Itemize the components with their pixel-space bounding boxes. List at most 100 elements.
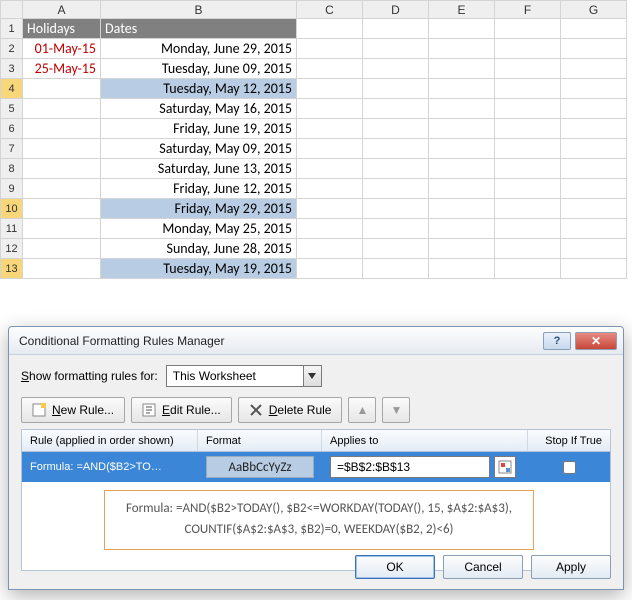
cell[interactable] bbox=[495, 139, 561, 159]
cell[interactable]: Saturday, May 16, 2015 bbox=[101, 99, 297, 119]
move-down-button[interactable]: ▼ bbox=[382, 397, 410, 423]
cell[interactable]: Friday, June 19, 2015 bbox=[101, 119, 297, 139]
ok-button[interactable]: OK bbox=[355, 555, 435, 579]
titlebar[interactable]: Conditional Formatting Rules Manager ? ✕ bbox=[9, 327, 623, 355]
col-header-C[interactable]: C bbox=[297, 1, 363, 19]
cell[interactable]: Tuesday, May 12, 2015 bbox=[101, 79, 297, 99]
row-header-9[interactable]: 9 bbox=[1, 179, 23, 199]
cell[interactable] bbox=[297, 259, 363, 279]
cell[interactable] bbox=[495, 259, 561, 279]
cell[interactable] bbox=[561, 179, 627, 199]
apply-button[interactable]: Apply bbox=[531, 555, 611, 579]
cell[interactable] bbox=[363, 39, 429, 59]
col-rule[interactable]: Rule (applied in order shown) bbox=[22, 430, 198, 451]
col-header-G[interactable]: G bbox=[561, 1, 627, 19]
cell[interactable] bbox=[363, 19, 429, 39]
cell[interactable] bbox=[495, 59, 561, 79]
row-header-10[interactable]: 10 bbox=[1, 199, 23, 219]
row-header-1[interactable]: 1 bbox=[1, 19, 23, 39]
cell[interactable] bbox=[429, 219, 495, 239]
cell[interactable] bbox=[297, 19, 363, 39]
col-header-D[interactable]: D bbox=[363, 1, 429, 19]
cell[interactable] bbox=[429, 239, 495, 259]
stop-if-true-checkbox[interactable] bbox=[563, 461, 576, 474]
cancel-button[interactable]: Cancel bbox=[443, 555, 523, 579]
cell[interactable] bbox=[561, 59, 627, 79]
move-up-button[interactable]: ▲ bbox=[348, 397, 376, 423]
cell[interactable] bbox=[363, 159, 429, 179]
cell[interactable] bbox=[495, 99, 561, 119]
show-for-input[interactable] bbox=[167, 366, 303, 386]
cell[interactable] bbox=[561, 39, 627, 59]
cell[interactable] bbox=[561, 79, 627, 99]
cell[interactable] bbox=[429, 139, 495, 159]
help-button[interactable]: ? bbox=[543, 332, 571, 350]
cell[interactable] bbox=[363, 199, 429, 219]
cell[interactable] bbox=[495, 119, 561, 139]
cell[interactable] bbox=[561, 119, 627, 139]
cell[interactable]: 01-May-15 bbox=[23, 39, 101, 59]
col-applies[interactable]: Applies to bbox=[322, 430, 528, 451]
row-header-8[interactable]: 8 bbox=[1, 159, 23, 179]
cell[interactable] bbox=[363, 119, 429, 139]
cell[interactable] bbox=[23, 159, 101, 179]
cell[interactable] bbox=[363, 79, 429, 99]
cell[interactable] bbox=[297, 199, 363, 219]
cell[interactable] bbox=[297, 119, 363, 139]
cell[interactable] bbox=[561, 99, 627, 119]
close-button[interactable]: ✕ bbox=[575, 332, 617, 350]
col-header-F[interactable]: F bbox=[495, 1, 561, 19]
cell[interactable]: Saturday, June 13, 2015 bbox=[101, 159, 297, 179]
cell[interactable] bbox=[495, 219, 561, 239]
cell[interactable] bbox=[495, 239, 561, 259]
cell[interactable] bbox=[23, 199, 101, 219]
cell[interactable] bbox=[429, 19, 495, 39]
cell[interactable] bbox=[561, 19, 627, 39]
cell[interactable] bbox=[23, 239, 101, 259]
cell[interactable] bbox=[561, 219, 627, 239]
cell[interactable] bbox=[495, 79, 561, 99]
cell[interactable] bbox=[297, 219, 363, 239]
cell[interactable]: Friday, May 29, 2015 bbox=[101, 199, 297, 219]
row-header-7[interactable]: 7 bbox=[1, 139, 23, 159]
cell[interactable] bbox=[363, 259, 429, 279]
range-picker-button[interactable] bbox=[494, 456, 516, 478]
row-header-11[interactable]: 11 bbox=[1, 219, 23, 239]
cell[interactable] bbox=[363, 239, 429, 259]
cell[interactable] bbox=[429, 159, 495, 179]
row-header-5[interactable]: 5 bbox=[1, 99, 23, 119]
cell[interactable] bbox=[23, 119, 101, 139]
cell[interactable]: Sunday, June 28, 2015 bbox=[101, 239, 297, 259]
rule-row[interactable]: Formula: =AND($B2>TO… AaBbCcYyZz bbox=[22, 452, 610, 482]
cell[interactable] bbox=[297, 159, 363, 179]
cell[interactable] bbox=[561, 239, 627, 259]
cell[interactable] bbox=[23, 99, 101, 119]
cell[interactable] bbox=[429, 199, 495, 219]
cell[interactable] bbox=[23, 79, 101, 99]
edit-rule-button[interactable]: Edit Rule... bbox=[131, 397, 232, 423]
applies-to-input[interactable] bbox=[330, 456, 490, 478]
row-header-6[interactable]: 6 bbox=[1, 119, 23, 139]
cell[interactable] bbox=[429, 79, 495, 99]
cell[interactable] bbox=[297, 179, 363, 199]
cell[interactable] bbox=[429, 99, 495, 119]
cell[interactable] bbox=[297, 59, 363, 79]
cell[interactable] bbox=[495, 199, 561, 219]
cell[interactable] bbox=[561, 139, 627, 159]
row-header-13[interactable]: 13 bbox=[1, 259, 23, 279]
cell[interactable]: Monday, June 29, 2015 bbox=[101, 39, 297, 59]
cell[interactable] bbox=[363, 99, 429, 119]
cell[interactable] bbox=[297, 139, 363, 159]
chevron-down-icon[interactable] bbox=[303, 366, 321, 386]
cell[interactable] bbox=[429, 59, 495, 79]
cell[interactable]: Holidays bbox=[23, 19, 101, 39]
row-header-12[interactable]: 12 bbox=[1, 239, 23, 259]
cell[interactable] bbox=[297, 79, 363, 99]
cell[interactable]: Saturday, May 09, 2015 bbox=[101, 139, 297, 159]
row-header-2[interactable]: 2 bbox=[1, 39, 23, 59]
cell[interactable] bbox=[495, 39, 561, 59]
col-format[interactable]: Format bbox=[198, 430, 322, 451]
cell[interactable]: Tuesday, May 19, 2015 bbox=[101, 259, 297, 279]
col-stop[interactable]: Stop If True bbox=[528, 430, 610, 451]
delete-rule-button[interactable]: Delete Rule bbox=[238, 397, 343, 423]
